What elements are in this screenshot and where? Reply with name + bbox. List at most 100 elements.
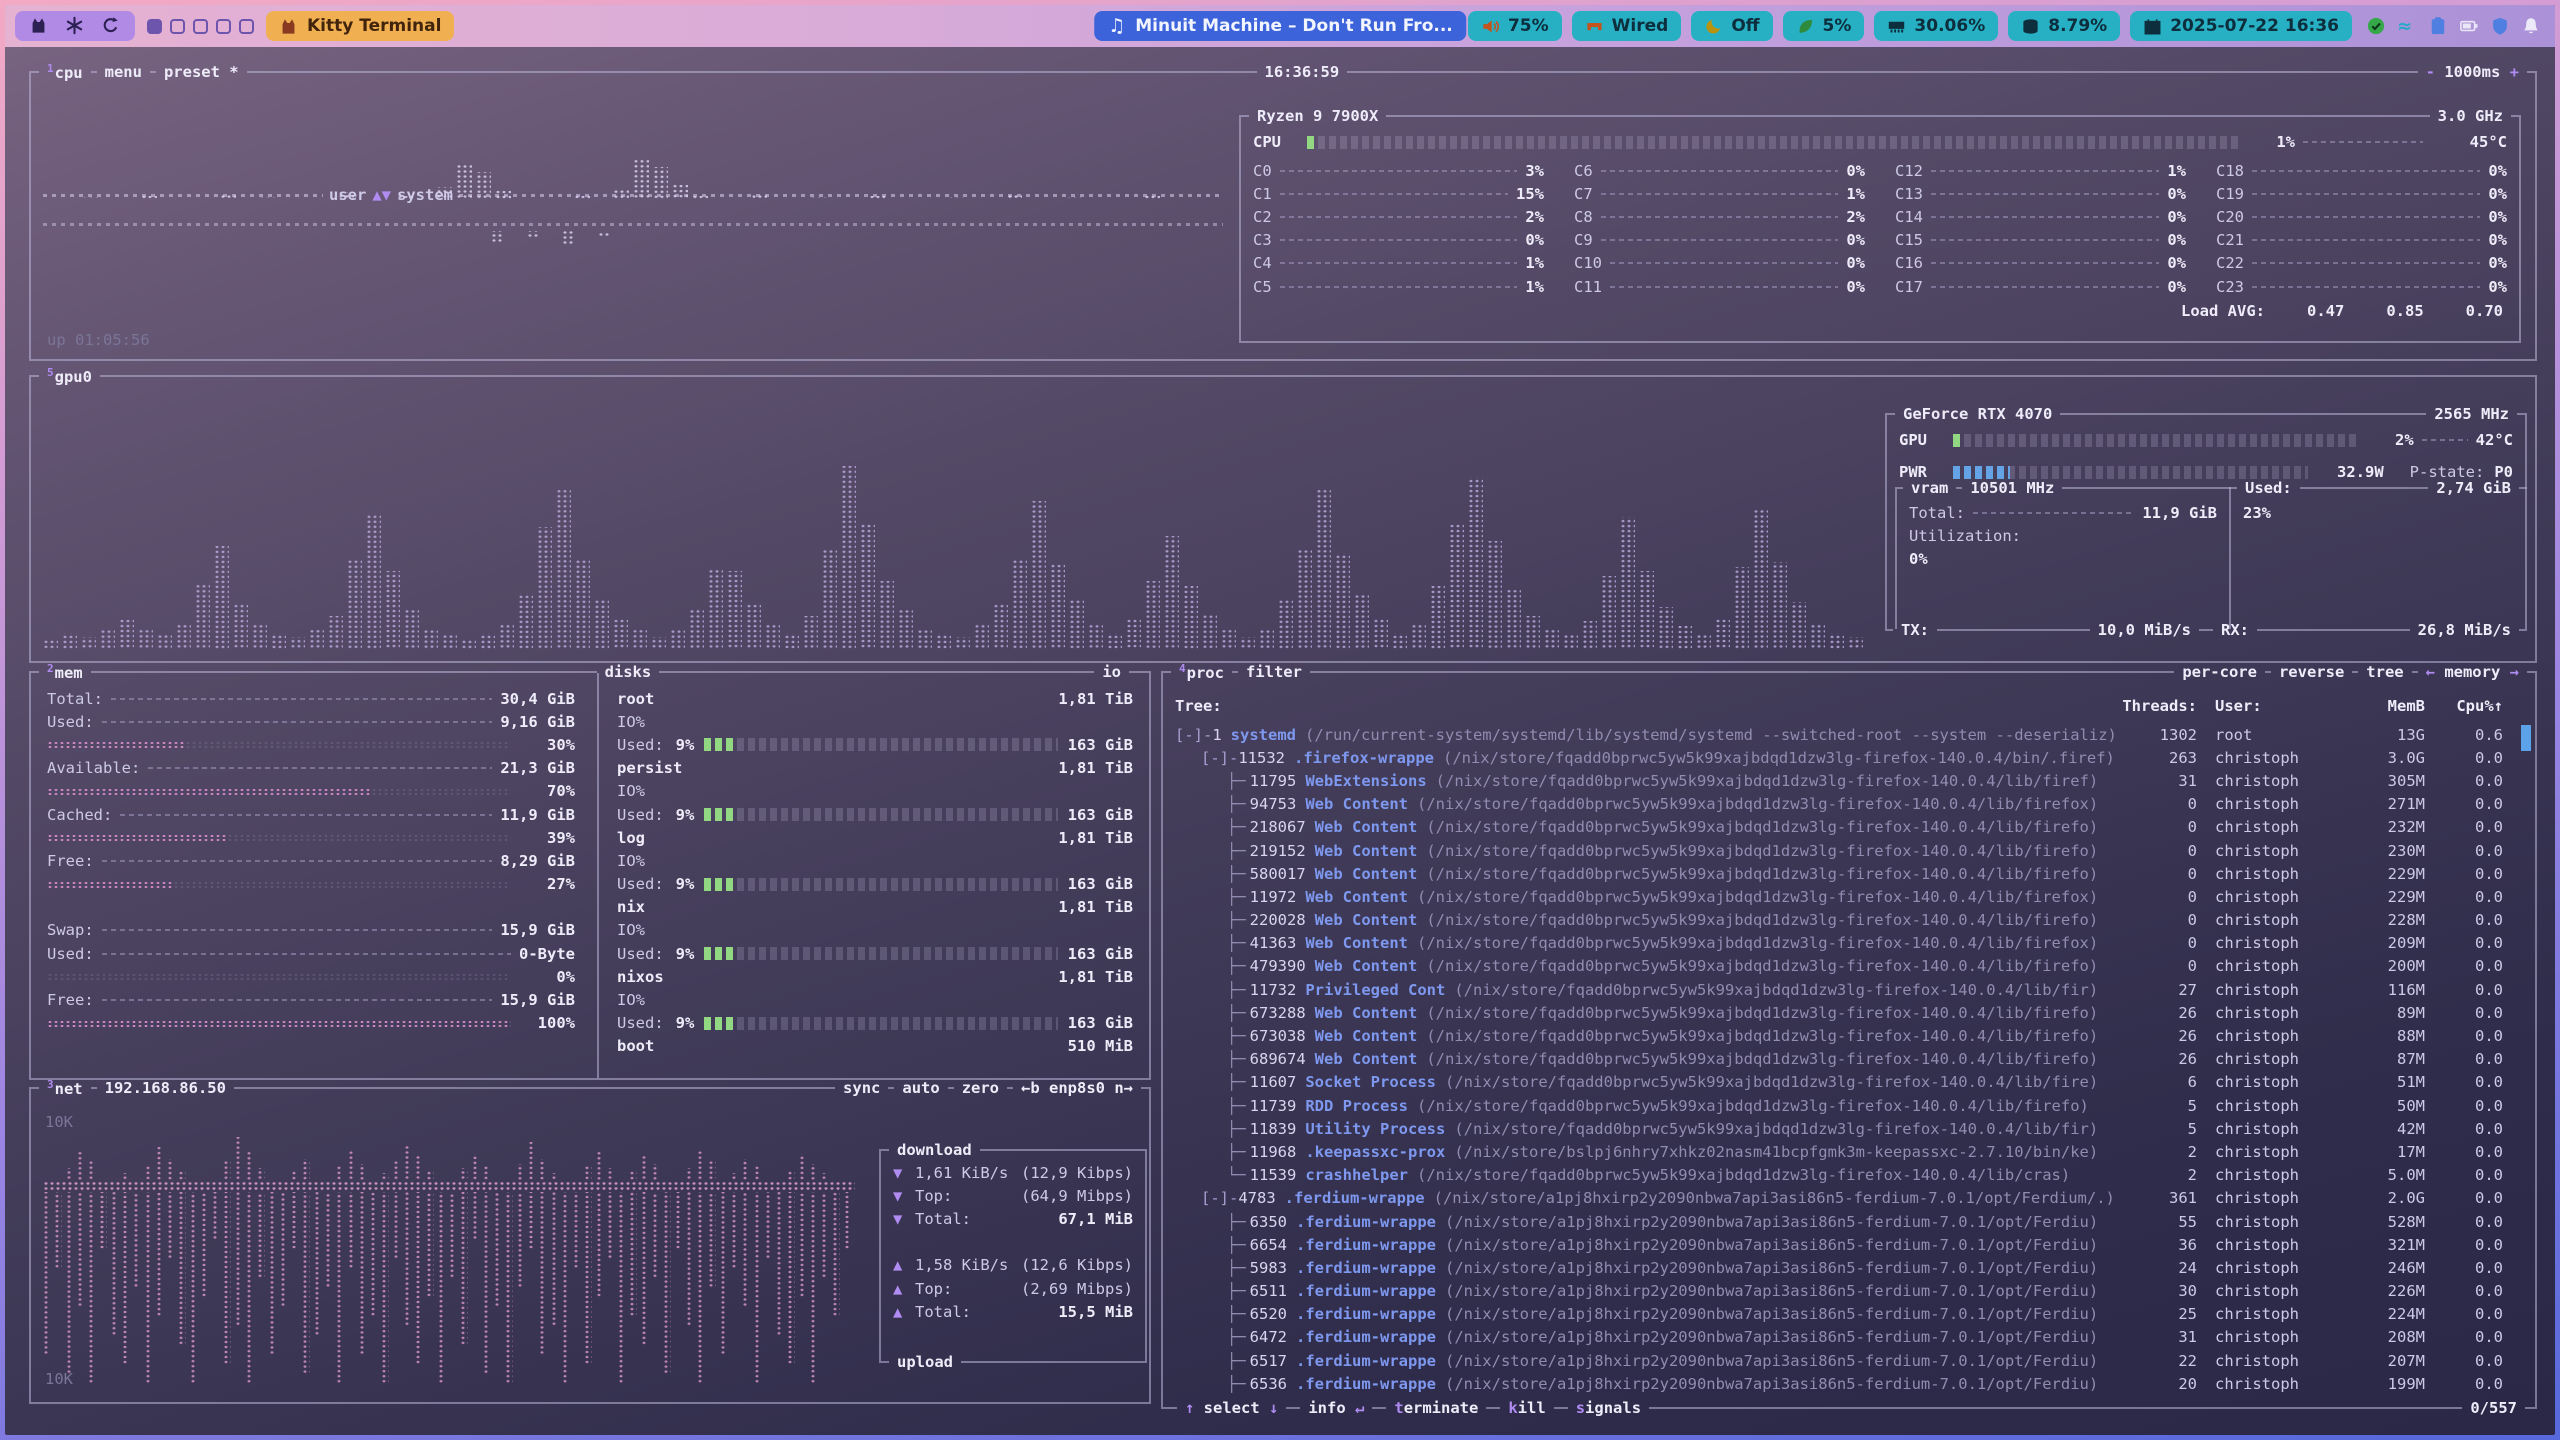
process-row[interactable]: [-]-4783.ferdium-wrappe(/nix/store/a1pj8… (1175, 1187, 2527, 1210)
filter-button[interactable]: filter (1238, 663, 1310, 681)
module-cpu-load[interactable]: 5% (1783, 11, 1865, 41)
dotted-leader (1931, 193, 2159, 195)
process-row[interactable]: [-]-11532.firefox-wrappe(/nix/store/fqad… (1175, 746, 2527, 769)
net-panel-title[interactable]: 3net (39, 1078, 91, 1098)
border-line (1286, 1407, 1300, 1409)
workspace-button-2[interactable] (170, 19, 185, 34)
process-row[interactable]: ├─220028Web Content(/nix/store/fqadd0bpr… (1175, 909, 2527, 932)
kill-button[interactable]: kill (1500, 1399, 1553, 1417)
mem-meter-fill (47, 741, 186, 748)
signals-button[interactable]: signals (1568, 1399, 1649, 1417)
net-zero-button[interactable]: zero (954, 1079, 1007, 1097)
proc-scrollbar-thumb[interactable] (2521, 725, 2531, 751)
border-line (2300, 487, 2429, 489)
process-row[interactable]: ├─673288Web Content(/nix/store/fqadd0bpr… (1175, 1001, 2527, 1024)
workspace-button-3[interactable] (193, 19, 208, 34)
net-auto-button[interactable]: auto (894, 1079, 947, 1097)
battery-tray-icon[interactable] (2459, 16, 2479, 36)
process-row[interactable]: ├─6511.ferdium-wrappe(/nix/store/a1pj8hx… (1175, 1280, 2527, 1303)
net-stat-row: ▲1,58 KiB/s(12,6 Kibps) (881, 1254, 1145, 1277)
calendar-icon (2143, 17, 2162, 36)
sort-cpu-header[interactable]: Cpu%↑ (2425, 697, 2503, 715)
workspace-button-1[interactable] (147, 19, 162, 34)
select-keys[interactable]: ↑ select ↓ (1177, 1399, 1286, 1417)
process-row[interactable]: ├─11795WebExtensions(/nix/store/fqadd0bp… (1175, 769, 2527, 792)
menu-button[interactable]: menu (97, 63, 150, 81)
graph-column (708, 569, 723, 649)
kitty-logo-button[interactable] (29, 16, 49, 36)
process-row[interactable]: ├─6654.ferdium-wrappe(/nix/store/a1pj8hx… (1175, 1233, 2527, 1256)
memory-column-nav[interactable]: ← memory → (2418, 663, 2527, 681)
notifications-tray-icon[interactable] (2521, 16, 2541, 36)
graph-column (347, 560, 362, 649)
graph-column (652, 1192, 659, 1278)
disk-used-row: Used:9%163 GiB (617, 1012, 1133, 1035)
process-name-cell: └─11539crashhelper(/nix/store/fqadd0bprw… (1175, 1166, 2117, 1184)
sort-threads-header[interactable]: Threads: (2117, 697, 2197, 715)
proc-panel-title[interactable]: 4proc (1171, 662, 1232, 682)
process-row[interactable]: ├─6536.ferdium-wrappe(/nix/store/a1pj8hx… (1175, 1372, 2527, 1395)
border-line (29, 71, 39, 73)
process-row[interactable]: └─11539crashhelper(/nix/store/fqadd0bprw… (1175, 1164, 2527, 1187)
reverse-toggle[interactable]: reverse (2271, 663, 2352, 681)
info-button[interactable]: info ↵ (1300, 1399, 1372, 1417)
process-row[interactable]: ├─11839Utility Process(/nix/store/fqadd0… (1175, 1117, 2527, 1140)
process-row[interactable]: ├─6472.ferdium-wrappe(/nix/store/a1pj8hx… (1175, 1326, 2527, 1349)
workspace-button-5[interactable] (239, 19, 254, 34)
process-row[interactable]: ├─94753Web Content(/nix/store/fqadd0bprw… (1175, 793, 2527, 816)
vpn-tray-icon[interactable] (2490, 16, 2510, 36)
process-row[interactable]: ├─11607Socket Process(/nix/store/fqadd0b… (1175, 1071, 2527, 1094)
process-row[interactable]: ├─41363Web Content(/nix/store/fqadd0bprw… (1175, 932, 2527, 955)
mem-panel-title[interactable]: 2mem (39, 662, 91, 682)
process-row[interactable]: ├─11968.keepassxc-prox(/nix/store/bslpj6… (1175, 1140, 2527, 1163)
update-interval-control[interactable]: - 1000ms + (2418, 63, 2527, 81)
border-line (29, 1402, 1151, 1404)
process-row[interactable]: ├─6350.ferdium-wrappe(/nix/store/a1pj8hx… (1175, 1210, 2527, 1233)
sort-mem-header[interactable]: MemB (2339, 697, 2425, 715)
module-network[interactable]: Wired (1572, 11, 1682, 41)
process-row[interactable]: ├─218067Web Content(/nix/store/fqadd0bpr… (1175, 816, 2527, 839)
disk-used-row: Used:9%163 GiB (617, 733, 1133, 756)
nixos-button[interactable] (65, 16, 85, 36)
process-row[interactable]: [-]-1systemd(/run/current-system/systemd… (1175, 723, 2527, 746)
workspace-button-4[interactable] (216, 19, 231, 34)
net-sync-button[interactable]: sync (835, 1079, 888, 1097)
module-clock[interactable]: 2025-07-22 16:36 (2130, 11, 2352, 41)
graph-column (562, 231, 574, 245)
net-interface-selector[interactable]: ←b enp8s0 n→ (1013, 1079, 1141, 1097)
preset-button[interactable]: preset * (156, 63, 247, 81)
cpu-core-row: C22% (1253, 205, 1544, 228)
clipboard-tray-icon[interactable] (2428, 16, 2448, 36)
terminate-button[interactable]: terminate (1386, 1399, 1486, 1417)
disks-section-title[interactable]: disks (597, 663, 660, 681)
sort-tree-header[interactable]: Tree: (1175, 697, 2117, 715)
process-row[interactable]: ├─5983.ferdium-wrappe(/nix/store/a1pj8hx… (1175, 1256, 2527, 1279)
module-disk[interactable]: 8.79% (2008, 11, 2120, 41)
graph-column (1810, 623, 1825, 649)
module-volume[interactable]: 75% (1468, 11, 1562, 41)
media-player-pill[interactable]: ♫Minuit Machine – Don't Run Fro... (1094, 11, 1466, 41)
tree-toggle[interactable]: tree (2358, 663, 2411, 681)
process-row[interactable]: ├─479390Web Content(/nix/store/fqadd0bpr… (1175, 955, 2527, 978)
module-memory[interactable]: 30.06% (1874, 11, 1998, 41)
signal-tray-icon[interactable]: ≈ (2397, 16, 2417, 36)
updates-ok-tray-icon[interactable] (2366, 16, 2386, 36)
process-row[interactable]: ├─219152Web Content(/nix/store/fqadd0bpr… (1175, 839, 2527, 862)
process-row[interactable]: ├─11739RDD Process(/nix/store/fqadd0bprw… (1175, 1094, 2527, 1117)
reload-button[interactable] (101, 16, 121, 36)
gpu-panel-title[interactable]: 5gpu0 (39, 366, 100, 386)
disks-io-toggle[interactable]: io (1094, 663, 1129, 681)
module-idle[interactable]: Off (1691, 11, 1772, 41)
per-core-toggle[interactable]: per-core (2174, 663, 2265, 681)
process-row[interactable]: ├─6520.ferdium-wrappe(/nix/store/a1pj8hx… (1175, 1303, 2527, 1326)
process-row[interactable]: ├─11972Web Content(/nix/store/fqadd0bprw… (1175, 885, 2527, 908)
process-row[interactable]: ├─6517.ferdium-wrappe(/nix/store/a1pj8hx… (1175, 1349, 2527, 1372)
graph-column (799, 1192, 806, 1297)
cpu-panel-title[interactable]: 1cpu (39, 62, 91, 82)
process-row[interactable]: ├─11732Privileged Cont(/nix/store/fqadd0… (1175, 978, 2527, 1001)
process-row[interactable]: ├─580017Web Content(/nix/store/fqadd0bpr… (1175, 862, 2527, 885)
active-window-pill[interactable]: Kitty Terminal (266, 11, 454, 41)
sort-user-header[interactable]: User: (2197, 697, 2339, 715)
process-row[interactable]: ├─689674Web Content(/nix/store/fqadd0bpr… (1175, 1048, 2527, 1071)
process-row[interactable]: ├─673038Web Content(/nix/store/fqadd0bpr… (1175, 1024, 2527, 1047)
